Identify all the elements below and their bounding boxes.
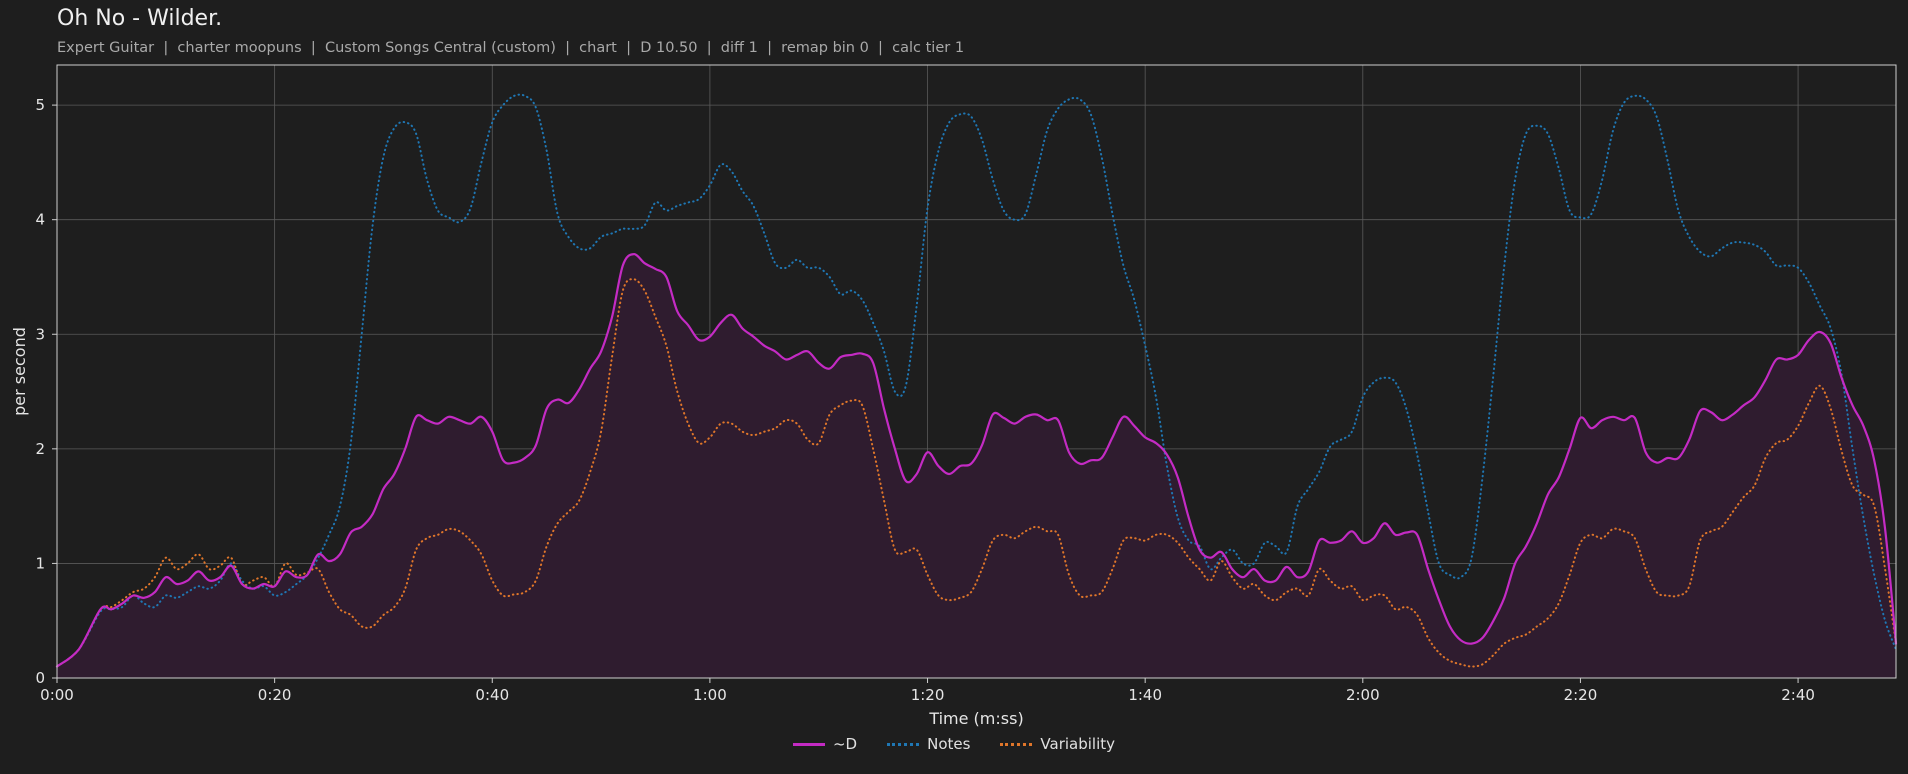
x-tick-label: 2:00 (1346, 686, 1380, 704)
y-tick-label: 0 (35, 669, 45, 687)
series-layer (55, 93, 1898, 678)
legend-swatch-notes (887, 742, 920, 746)
x-tick-label: 1:40 (1128, 686, 1162, 704)
x-axis-label: Time (m:ss) (928, 709, 1023, 728)
legend: ~D Notes Variability (0, 735, 1908, 753)
y-tick-label: 3 (35, 325, 45, 343)
y-tick-label: 4 (35, 211, 45, 229)
legend-swatch-d (792, 742, 825, 746)
y-tick-label: 1 (35, 554, 45, 572)
x-tick-label: 1:20 (911, 686, 945, 704)
x-axis: 0:00 0:20 0:40 1:00 1:20 1:40 2:00 2:20 2:40 (40, 678, 1815, 704)
legend-label-notes: Notes (927, 735, 971, 753)
y-tick-label: 2 (35, 440, 45, 458)
legend-swatch-variability (1000, 742, 1033, 746)
series-fill-d (57, 254, 1896, 678)
y-axis: 0 1 2 3 4 5 (35, 96, 57, 687)
x-tick-label: 0:40 (475, 686, 509, 704)
legend-item-d[interactable]: ~D (792, 735, 858, 753)
line-chart: 0:00 0:20 0:40 1:00 1:20 1:40 2:00 2:20 2:40 0 1 2… (10, 64, 1898, 728)
x-tick-label: 1:00 (693, 686, 727, 704)
x-tick-label: 2:20 (1564, 686, 1598, 704)
x-tick-label: 0:00 (40, 686, 74, 704)
x-tick-label: 0:20 (258, 686, 292, 704)
legend-item-notes[interactable]: Notes (887, 735, 970, 753)
x-tick-label: 2:40 (1781, 686, 1815, 704)
legend-label-d: ~D (832, 735, 858, 753)
y-axis-label: per second (10, 327, 29, 416)
legend-label-variability: Variability (1040, 735, 1116, 753)
legend-item-variability[interactable]: Variability (1000, 735, 1115, 753)
y-tick-label: 5 (35, 96, 45, 114)
